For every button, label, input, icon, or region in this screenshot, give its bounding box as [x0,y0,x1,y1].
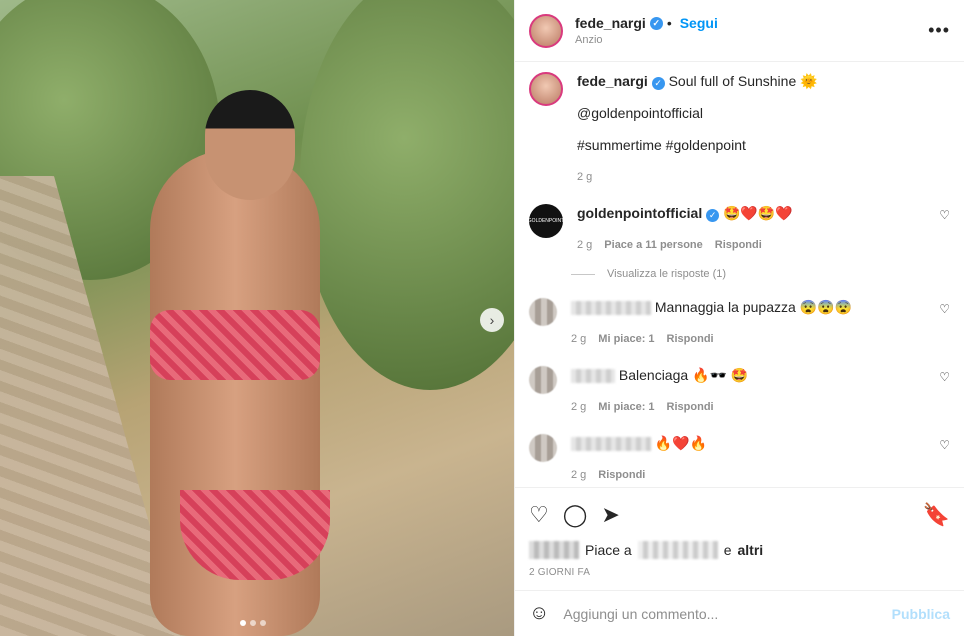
view-replies[interactable]: Visualizza le risposte (1) [571,268,950,280]
action-bar: ♡ ◯ ➤ 🔖 [515,487,964,541]
follow-button[interactable]: Segui [680,15,718,31]
author-avatar[interactable] [529,13,563,48]
heart-icon[interactable]: ♡ [939,302,950,316]
comment-avatar[interactable] [529,366,557,394]
post-image[interactable]: › [0,0,514,636]
comment-item: Balenciaga 🔥🕶️ 🤩 2 g Mi piace: 1 Rispond… [529,366,950,416]
caption-mention[interactable]: @goldenpointofficial [577,104,818,122]
comment-item: 🔥❤️🔥 2 g Rispondi ♡ [529,434,950,484]
comment-avatar[interactable]: GOLDENPOINT [528,204,564,238]
post-location[interactable]: Anzio [575,34,718,46]
caption-author[interactable]: fede_nargi [577,73,648,89]
more-options-icon[interactable]: ••• [928,20,950,41]
photo-subject [110,90,360,636]
publish-button[interactable]: Pubblica [892,606,950,622]
post-date[interactable]: 2 GIORNI FA [515,559,964,578]
comment-text: Mannaggia la pupazza 😨😨😨 [654,299,852,315]
caption-avatar[interactable] [529,72,563,106]
heart-icon[interactable]: ♡ [939,370,950,384]
comment-author-blurred[interactable] [571,437,651,452]
share-icon[interactable]: ➤ [601,502,619,528]
reply-button[interactable]: Rispondi [667,398,714,416]
caption-hashtags[interactable]: #summertime #goldenpoint [577,136,818,154]
comment-text: Balenciaga 🔥🕶️ 🤩 [618,367,749,383]
likers-avatars-blurred[interactable] [529,541,579,559]
reply-button[interactable]: Rispondi [598,466,645,484]
comment-text: 🔥❤️🔥 [654,435,708,451]
comment-avatar[interactable] [529,298,557,326]
reply-button[interactable]: Rispondi [667,330,714,348]
comment-item: Mannaggia la pupazza 😨😨😨 2 g Mi piace: 1… [529,298,950,348]
divider [571,273,595,275]
comment-text: 🤩❤️🤩❤️ [723,205,793,221]
comment-author-blurred[interactable] [571,301,651,316]
comment-time[interactable]: 2 g [577,236,592,254]
comment-likes[interactable]: Mi piace: 1 [598,330,654,348]
author-name[interactable]: fede_nargi [575,15,646,31]
emoji-icon[interactable]: ☺ [529,602,549,625]
comment-time[interactable]: 2 g [571,330,586,348]
reply-button[interactable]: Rispondi [715,236,762,254]
comment-avatar[interactable] [529,434,557,462]
verified-icon: ✓ [651,76,665,90]
next-image-button[interactable]: › [480,308,504,332]
verified-icon: ✓ [706,208,720,222]
comment-likes[interactable]: Mi piace: 1 [598,398,654,416]
comment-time[interactable]: 2 g [571,398,586,416]
heart-icon[interactable]: ♡ [529,502,549,528]
caption-text: Soul full of Sunshine 🌞 [668,73,818,89]
carousel-dots [240,620,266,626]
post-header: fede_nargi ✓ • Segui Anzio ••• [515,0,964,62]
verified-icon: ✓ [649,16,663,30]
comment-likes[interactable]: Piace a 11 persone [604,236,702,254]
heart-icon[interactable]: ♡ [939,438,950,452]
comment-input[interactable] [563,605,878,622]
comment-icon[interactable]: ◯ [563,502,588,528]
comment-item: GOLDENPOINT goldenpointofficial ✓ 🤩❤️🤩❤️… [528,204,950,254]
comment-author-blurred[interactable] [571,369,615,384]
caption: fede_nargi ✓ Soul full of Sunshine 🌞 @go… [529,72,950,186]
caption-time[interactable]: 2 g [577,168,592,186]
comment-author[interactable]: goldenpointofficial [577,205,702,221]
post-sidebar: fede_nargi ✓ • Segui Anzio ••• fede_narg… [514,0,964,636]
comment-time[interactable]: 2 g [571,466,586,484]
comments-area[interactable]: fede_nargi ✓ Soul full of Sunshine 🌞 @go… [515,62,964,487]
likes-summary: Piace a e altri [515,541,964,559]
bookmark-icon[interactable]: 🔖 [923,502,950,528]
add-comment-bar: ☺ Pubblica [515,590,964,636]
liker-name-blurred[interactable] [637,541,718,559]
likes-others-link[interactable]: altri [738,542,764,558]
heart-icon[interactable]: ♡ [939,208,950,222]
